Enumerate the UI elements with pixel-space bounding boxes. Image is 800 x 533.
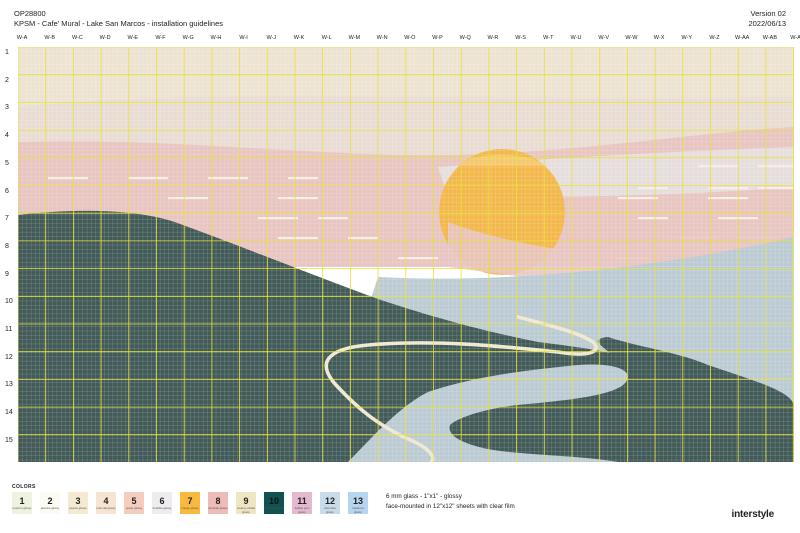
header-right: Version 02 2022/06/13 (748, 9, 786, 29)
row-label: 12 (5, 353, 13, 361)
swatch-name: olive blue glossy (324, 506, 336, 514)
column-label: W-M (348, 35, 361, 41)
swatch-name: frostbite glossy (152, 506, 172, 510)
row-label: 13 (5, 381, 13, 389)
date-label: 2022/06/13 (748, 19, 786, 28)
column-label: W-W (625, 35, 638, 41)
row-label: 2 (5, 76, 9, 84)
row-label: 6 (5, 187, 9, 195)
row-label: 11 (5, 326, 13, 333)
swatch-name: peanut glossy (69, 506, 87, 510)
color-swatch: 11 bubble gum glossy (292, 492, 312, 514)
swatch-name: creamy vanilla glossy (237, 506, 255, 514)
colors-title: COLORS (12, 484, 36, 490)
spec-line-2: face-mounted in 12"x12" sheets with clea… (386, 502, 515, 510)
column-label: W-AA (735, 35, 750, 41)
row-label: 1 (5, 49, 9, 56)
spec-text: 6 mm glass - 1"x1" - glossy face-mounted… (386, 492, 515, 511)
color-swatch: 4 pink salt glossy (96, 492, 116, 514)
column-label: W-AC (790, 35, 800, 41)
column-label: W-G (182, 35, 194, 41)
swatch-name: popcorn glossy (12, 506, 32, 510)
color-swatch: 7 mango glossy (180, 492, 200, 514)
column-label: W-Z (709, 35, 720, 41)
brand-logo: interstyle (731, 509, 775, 520)
color-swatch: 1 popcorn glossy (12, 492, 32, 514)
color-swatch: 6 frostbite glossy (152, 492, 172, 514)
row-label: 14 (5, 409, 13, 417)
swatch-name: bubble gum glossy (294, 506, 310, 514)
column-label: W-L (321, 35, 332, 41)
swatch-name: raybanos glossy (352, 506, 364, 514)
column-label: W-N (376, 35, 388, 41)
color-swatch: 12 olive blue glossy (320, 492, 340, 514)
row-label: 15 (5, 436, 13, 444)
swatch-name: charlotte glossy (208, 506, 228, 510)
swatch-name: dark teal glossy (264, 506, 284, 510)
row-label: 10 (5, 298, 13, 306)
version-label: Version 02 (750, 9, 786, 18)
column-label: W-A (16, 35, 28, 41)
column-label: W-O (404, 35, 416, 41)
project-id: OP28800 (14, 9, 46, 18)
column-label: W-Y (681, 35, 693, 41)
column-label: W-F (155, 35, 166, 41)
column-label: W-U (570, 35, 582, 41)
project-title: KPSM - Cafe' Mural - Lake San Marcos - i… (14, 19, 224, 28)
row-label: 5 (5, 159, 9, 167)
column-label: W-P (432, 35, 443, 41)
color-swatch: 3 peanut glossy (68, 492, 88, 514)
row-labels: 1 2 3 4 5 6 7 8 9 10 11 12 13 14 15 (0, 47, 18, 462)
swatch-name: jasmine glossy (40, 506, 60, 510)
mural-grid (18, 47, 794, 462)
column-label: W-V (598, 35, 609, 41)
column-label: W-T (543, 35, 554, 41)
column-label: W-E (127, 35, 139, 41)
column-label: W-C (71, 35, 83, 41)
row-label: 7 (5, 215, 9, 223)
column-label: W-Q (459, 35, 471, 41)
header-left: OP28800 KPSM - Cafe' Mural - Lake San Ma… (14, 9, 223, 29)
color-swatch: 5 oyster glossy (124, 492, 144, 514)
color-swatch: 13 raybanos glossy (348, 492, 368, 514)
spec-line-1: 6 mm glass - 1"x1" - glossy (386, 493, 462, 500)
color-swatch: 8 charlotte glossy (208, 492, 228, 514)
column-label: W-D (99, 35, 111, 41)
column-label: W-K (293, 35, 305, 41)
swatch-name: oyster glossy (125, 506, 143, 510)
column-label: W-B (44, 35, 55, 41)
color-swatch: 10 dark teal glossy (264, 492, 284, 514)
column-label: W-S (515, 35, 526, 41)
column-label: W-H (210, 35, 222, 41)
color-swatch: 9 creamy vanilla glossy (236, 492, 256, 514)
swatch-name: pink salt glossy (96, 506, 116, 510)
row-label: 8 (5, 242, 9, 250)
column-label: W-AB (762, 35, 778, 41)
row-label: 3 (5, 104, 9, 112)
column-label: W-J (266, 35, 277, 41)
row-label: 4 (5, 132, 9, 140)
column-label: W-R (487, 35, 499, 41)
column-labels: W-A W-B W-C W-D W-E W-F W-G W-H W-I W-J W-K W-L W-M W… (17, 35, 800, 47)
color-swatch: 2 jasmine glossy (40, 492, 60, 514)
row-label: 9 (5, 270, 9, 278)
column-label: W-I (239, 35, 248, 41)
swatch-name: mango glossy (181, 506, 199, 510)
column-label: W-X (653, 35, 665, 41)
